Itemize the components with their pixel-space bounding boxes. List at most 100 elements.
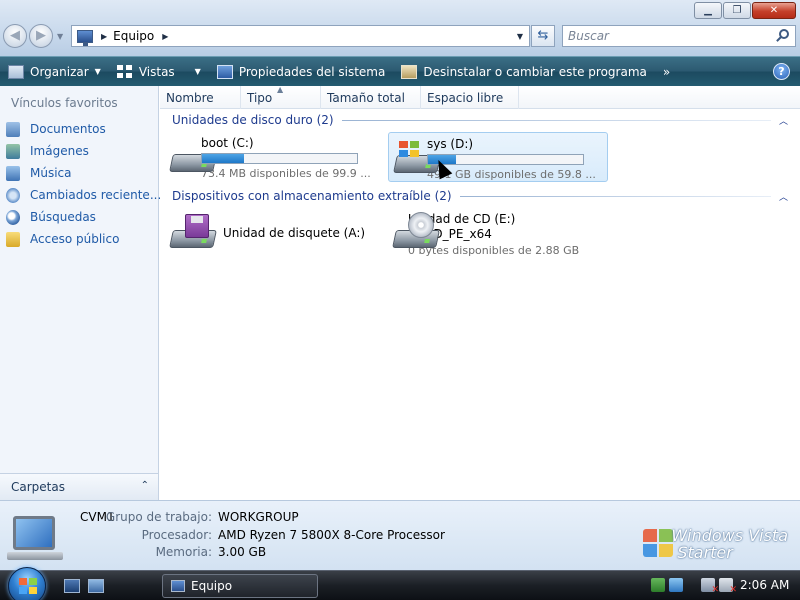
detail-value: WORKGROUP — [218, 510, 299, 524]
views-button[interactable]: Vistas ▼ — [116, 64, 201, 79]
system-properties-button[interactable]: Propiedades del sistema — [216, 64, 386, 79]
chevron-up-icon[interactable]: ︿ — [779, 190, 788, 203]
navigation-pane: Vínculos favoritos Documentos Imágenes M… — [0, 86, 161, 500]
details-pane: CVM1 Grupo de trabajo: WORKGROUP Procesad… — [0, 500, 800, 570]
drive-free-space: 49.1 GB disponibles de 59.8 ... — [427, 168, 596, 181]
search-icon[interactable] — [779, 29, 789, 39]
chevron-down-icon: ▼ — [194, 67, 201, 76]
volume-muted-icon[interactable] — [719, 578, 737, 595]
windows-logo-icon — [643, 529, 673, 557]
brand-line-1: Windows Vista — [671, 526, 788, 545]
group-header-hdd[interactable]: Unidades de disco duro (2) ︿ — [172, 113, 788, 127]
column-header-nombre[interactable]: Nombre — [160, 86, 241, 109]
clock[interactable]: 2:06 AM — [740, 578, 789, 592]
refresh-button[interactable]: ⇆ — [531, 25, 555, 47]
cd-disc-icon — [408, 212, 434, 238]
more-commands-button[interactable]: » — [663, 65, 670, 79]
floppy-disk-icon — [185, 214, 209, 238]
breadcrumb-arrow-icon[interactable]: ▶ — [101, 32, 107, 41]
detail-label: Procesador: — [141, 528, 212, 542]
folders-label: Carpetas — [11, 480, 65, 494]
windows-flag-icon — [399, 141, 419, 157]
system-drive-icon — [393, 141, 441, 179]
sidebar-item-label: Imágenes — [30, 144, 89, 158]
start-button[interactable] — [8, 567, 46, 600]
column-header-label: Nombre — [166, 91, 214, 105]
security-center-icon[interactable] — [651, 578, 665, 592]
drive-d[interactable]: sys (D:) 49.1 GB disponibles de 59.8 ... — [388, 132, 608, 182]
sidebar-item-musica[interactable]: Música — [6, 162, 161, 184]
favorite-links-heading: Vínculos favoritos — [11, 96, 118, 110]
content-pane: Nombre ▲ Tipo Tamaño total Espacio libre… — [160, 85, 800, 500]
column-header-tipo[interactable]: ▲ Tipo — [241, 85, 321, 109]
sidebar-tray-icon[interactable] — [669, 578, 683, 592]
close-button[interactable]: ✕ — [752, 2, 796, 19]
chevron-up-icon[interactable]: ︿ — [779, 114, 788, 127]
column-header-espacio[interactable]: Espacio libre — [421, 86, 519, 109]
drive-name: Unidad de disquete (A:) — [223, 226, 366, 240]
command-bar: Organizar ▼ Vistas ▼ Propiedades del sis… — [0, 56, 800, 86]
drive-info: boot (C:) 73.4 MB disponibles de 99.9 ..… — [201, 136, 381, 180]
drive-info: Unidad de disquete (A:) — [223, 226, 365, 240]
organize-button[interactable]: Organizar ▼ — [8, 64, 101, 79]
window-controls: ▁ ❐ ✕ — [694, 2, 796, 19]
search-input[interactable]: Buscar — [562, 25, 796, 47]
recent-pages-dropdown[interactable]: ▼ — [57, 32, 63, 41]
chevron-down-icon: ▼ — [94, 67, 101, 76]
drive-c[interactable]: boot (C:) 73.4 MB disponibles de 99.9 ..… — [165, 132, 381, 182]
sidebar-item-public[interactable]: Acceso público — [6, 228, 161, 250]
drive-usage-fill — [202, 154, 244, 163]
maximize-button[interactable]: ❐ — [723, 2, 751, 19]
address-bar[interactable]: ▶ Equipo ▶ ▼ — [71, 25, 530, 47]
uninstall-icon — [401, 64, 418, 79]
cd-drive-icon — [392, 212, 440, 254]
organize-icon — [8, 64, 24, 79]
breadcrumb-equipo[interactable]: Equipo — [113, 29, 154, 43]
system-properties-icon — [216, 64, 233, 79]
sidebar-item-label: Búsquedas — [30, 210, 96, 224]
group-divider — [341, 119, 771, 121]
views-label: Vistas — [138, 64, 175, 79]
help-icon[interactable]: ? — [773, 63, 790, 80]
brand-line-2: Starter — [677, 543, 733, 562]
detail-row-processor: Procesador: AMD Ryzen 7 5800X 8-Core Proc… — [20, 528, 445, 542]
network-disconnected-icon[interactable] — [701, 578, 719, 595]
column-header-label: Tipo — [247, 91, 273, 105]
minimize-button[interactable]: ▁ — [694, 2, 722, 19]
taskbar: Equipo 2:06 AM — [0, 567, 800, 600]
uninstall-program-button[interactable]: Desinstalar o cambiar este programa — [401, 64, 647, 79]
detail-label: Grupo de trabajo: — [105, 510, 212, 524]
windows-vista-starter-logo: Windows Vista Starter — [671, 527, 788, 561]
column-header-tamano[interactable]: Tamaño total — [321, 86, 421, 109]
cd-drive-e[interactable]: Unidad de CD (E:) HBCD_PE_x64 0 bytes di… — [388, 208, 608, 258]
detail-value: 3.00 GB — [218, 545, 267, 559]
breadcrumb-arrow-icon[interactable]: ▶ — [162, 32, 168, 41]
drive-name: boot (C:) — [201, 136, 254, 150]
drive-free-space: 0 bytes disponibles de 2.88 GB — [408, 244, 580, 257]
search-placeholder: Buscar — [568, 29, 609, 43]
detail-value: AMD Ryzen 7 5800X 8-Core Processor — [218, 528, 445, 542]
sidebar-item-imagenes[interactable]: Imágenes — [6, 140, 161, 162]
sidebar-item-label: Música — [30, 166, 72, 180]
folders-toggle[interactable]: Carpetas ⌃ — [0, 473, 158, 500]
address-dropdown-icon[interactable]: ▼ — [517, 32, 523, 41]
sidebar-item-busquedas[interactable]: Búsquedas — [6, 206, 161, 228]
favorite-links-list: Documentos Imágenes Música Cambiados rec… — [6, 118, 161, 250]
pictures-icon — [6, 143, 20, 159]
taskbar-button-label: Equipo — [191, 579, 233, 593]
sidebar-item-label: Cambiados reciente... — [30, 188, 162, 202]
system-properties-label: Propiedades del sistema — [238, 64, 386, 79]
drive-name: Unidad de CD (E:) — [408, 212, 516, 226]
switch-windows-icon[interactable] — [88, 579, 104, 593]
sidebar-item-documentos[interactable]: Documentos — [6, 118, 161, 140]
show-desktop-icon[interactable] — [64, 579, 80, 593]
hard-drive-icon — [169, 140, 217, 178]
drive-info: sys (D:) 49.1 GB disponibles de 59.8 ... — [427, 137, 607, 181]
back-button[interactable]: ◀ — [3, 24, 27, 48]
group-header-removable[interactable]: Dispositivos con almacenamiento extraíbl… — [172, 189, 788, 203]
sidebar-item-recent[interactable]: Cambiados reciente... — [6, 184, 161, 206]
floppy-drive-a[interactable]: Unidad de disquete (A:) — [165, 208, 381, 258]
forward-button[interactable]: ▶ — [29, 24, 53, 48]
taskbar-button-equipo[interactable]: Equipo — [162, 574, 318, 598]
organize-label: Organizar — [30, 64, 89, 79]
